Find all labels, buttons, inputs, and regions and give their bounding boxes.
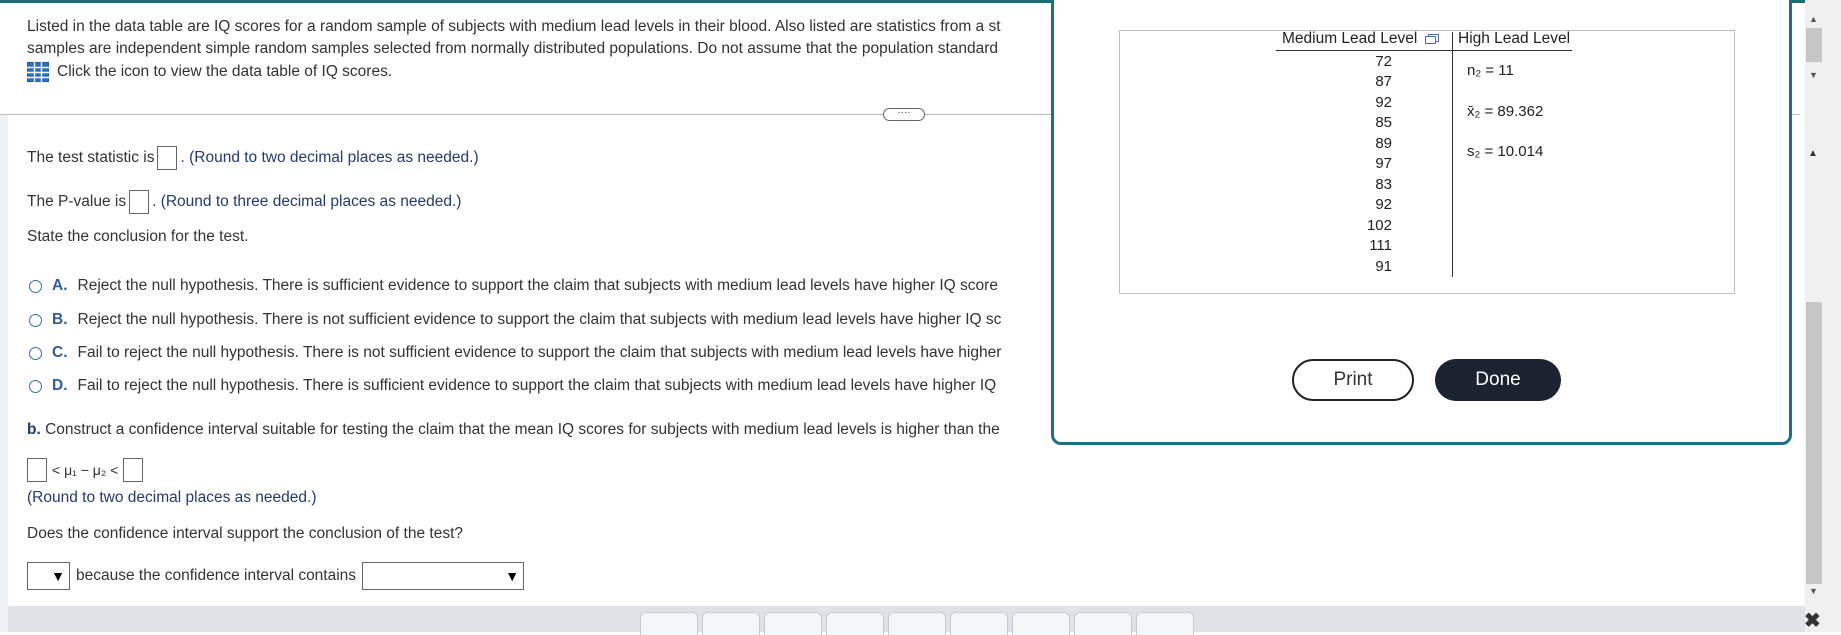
option-d[interactable]: D. Fail to reject the null hypothesis. T… [29,377,996,395]
data-table-link-label[interactable]: Click the icon to view the data table of… [57,61,392,83]
option-a-text[interactable]: Reject the null hypothesis. There is suf… [78,277,998,295]
pvalue-hint: (Round to three decimal places as needed… [160,193,462,211]
medium-value: 92 [1375,196,1392,213]
copy-icon[interactable] [1424,33,1439,44]
test-statistic-row: The test statistic is. (Round to two dec… [27,146,479,170]
medium-value: 91 [1375,258,1392,275]
confidence-interval-row: < μ₁ − μ₂ < [27,458,146,482]
option-c[interactable]: C. Fail to reject the null hypothesis. T… [29,344,1001,362]
data-table-frame [1119,30,1735,294]
part-b-label: b. [27,421,41,438]
radio-a[interactable] [29,279,42,293]
dropdown-arrow-icon[interactable]: ▼ [51,568,69,584]
part-b-prompt: b. Construct a confidence interval suita… [27,421,1000,439]
data-table-link[interactable]: Click the icon to view the data table of… [27,61,1047,83]
radio-c[interactable] [29,346,42,360]
medium-lead-header: Medium Lead Level [1282,30,1439,48]
conclusion-prompt: State the conclusion for the test. [27,228,249,245]
intro-text: Listed in the data table are IQ scores f… [27,16,1047,83]
data-table-icon[interactable] [27,62,49,82]
ci-lower-input[interactable] [27,458,47,482]
medium-value: 97 [1375,155,1392,172]
scroll-down-icon[interactable]: ▼ [1809,70,1818,80]
test-statistic-input[interactable] [157,146,178,170]
support-question: Does the confidence interval support the… [27,525,463,542]
medium-value: 87 [1375,73,1392,90]
radio-d[interactable] [29,379,42,393]
contains-select[interactable]: ▼ [362,562,525,590]
test-statistic-hint: (Round to two decimal places as needed.) [189,149,479,167]
part-b-text: Construct a confidence interval suitable… [45,421,1000,438]
ci-middle-text: < μ₁ − μ₂ < [52,462,119,478]
high-lead-sd: s₂ = 10.014 [1467,143,1544,160]
column-divider [1452,32,1453,277]
scroll-down-icon[interactable]: ▼ [1809,586,1818,596]
option-c-text[interactable]: Fail to reject the null hypothesis. Ther… [78,344,1002,362]
pvalue-row: The P-value is. (Round to three decimal … [27,190,461,214]
pvalue-label: The P-value is [27,193,127,211]
because-text: because the confidence interval contains [76,567,357,584]
scroll-up-icon[interactable]: ▲ [1809,14,1818,24]
question-panel: Listed in the data table are IQ scores f… [27,0,1047,632]
medium-value: 83 [1375,176,1392,193]
data-table-dialog: Medium Lead Level High Lead Level 72 87 … [1051,0,1792,445]
intro-line-1: Listed in the data table are IQ scores f… [27,18,1001,35]
header-underline [1276,50,1572,51]
medium-value: 92 [1375,94,1392,111]
option-a[interactable]: A. Reject the null hypothesis. There is … [29,277,998,295]
collapse-up-icon[interactable]: ▲ [1808,148,1818,159]
done-button[interactable]: Done [1435,359,1561,401]
print-button[interactable]: Print [1292,359,1414,401]
ci-upper-input[interactable] [123,458,144,482]
dropdown-arrow-icon[interactable]: ▼ [505,568,523,584]
scrollbar-thumb-top[interactable] [1806,28,1822,62]
scrollbar-thumb[interactable] [1806,302,1822,584]
option-b-text[interactable]: Reject the null hypothesis. There is not… [78,311,1002,329]
medium-value: 89 [1375,135,1392,152]
option-b[interactable]: B. Reject the null hypothesis. There is … [29,311,1001,329]
expand-content-button[interactable]: ···· [883,108,925,121]
option-c-letter: C. [52,344,68,361]
pvalue-input[interactable] [129,190,150,214]
medium-value: 85 [1375,114,1392,131]
medium-value: 111 [1369,237,1392,254]
close-icon[interactable]: ✖ [1804,608,1821,633]
option-d-letter: D. [52,377,68,394]
radio-b[interactable] [29,313,42,327]
support-answer-row: ▼ because the confidence interval contai… [27,562,525,590]
medium-value: 102 [1366,217,1392,234]
ci-hint: (Round to two decimal places as needed.) [27,489,317,506]
left-margin-strip [0,115,8,632]
option-d-text[interactable]: Fail to reject the null hypothesis. Ther… [78,377,997,395]
option-a-letter: A. [52,277,68,294]
option-b-letter: B. [52,311,68,328]
medium-value: 72 [1375,53,1392,70]
test-statistic-label: The test statistic is [27,149,155,167]
medium-lead-header-label: Medium Lead Level [1282,30,1418,47]
high-lead-header: High Lead Level [1458,30,1571,47]
high-lead-n: n₂ = 11 [1467,62,1514,79]
high-lead-mean: x̄₂ = 89.362 [1467,103,1544,120]
intro-line-2: samples are independent simple random sa… [27,40,999,57]
support-select[interactable]: ▼ [27,562,70,590]
